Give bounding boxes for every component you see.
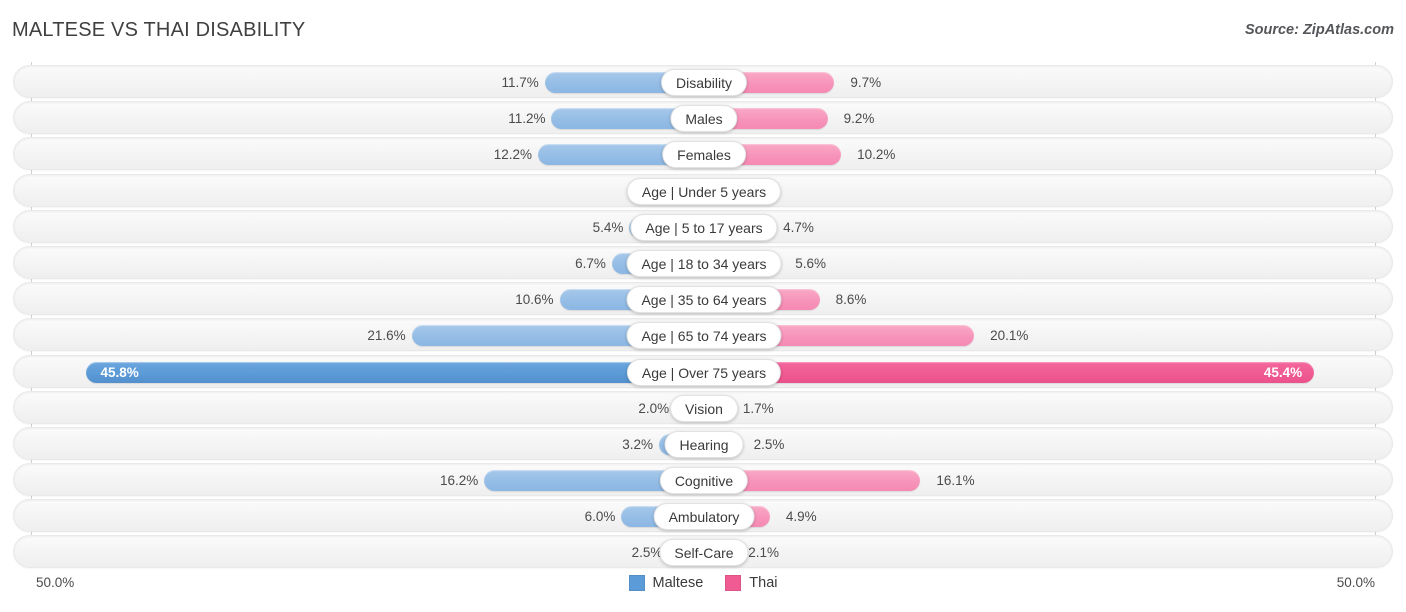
- category-label-pill: Vision: [670, 394, 738, 422]
- table-row[interactable]: 6.7% 5.6% Age | 18 to 34 years: [13, 245, 1393, 279]
- bar-maltese: [86, 361, 702, 383]
- legend-label: Maltese: [652, 575, 704, 591]
- category-label-pill: Self-Care: [659, 539, 749, 567]
- value-label-thai: 5.6%: [795, 255, 827, 271]
- category-label-pill: Age | Over 75 years: [626, 358, 782, 386]
- category-label-pill: Males: [670, 105, 738, 133]
- page-title: MALTESE VS THAI DISABILITY: [12, 19, 306, 41]
- table-row[interactable]: 11.2% 9.2% Males: [13, 101, 1393, 135]
- category-label-pill: Ambulatory: [653, 503, 755, 531]
- value-label-maltese: 11.7%: [501, 75, 539, 90]
- table-row[interactable]: 5.4% 4.7% Age | 5 to 17 years: [13, 209, 1393, 243]
- value-label-thai: 16.1%: [936, 473, 975, 489]
- chart-plot-area: 11.7% 9.7% Disability 11.2% 9.2% Males 12.2% 10…: [0, 62, 1406, 572]
- value-label-thai: 9.7%: [850, 75, 882, 90]
- chart-legend: Maltese Thai: [0, 575, 1406, 591]
- table-row[interactable]: 10.6% 8.6% Age | 35 to 64 years: [13, 282, 1393, 316]
- value-label-thai: 20.1%: [990, 328, 1029, 344]
- table-row[interactable]: 3.2% 2.5% Hearing: [13, 426, 1393, 460]
- value-label-maltese: 2.5%: [631, 545, 663, 561]
- value-label-maltese: 11.2%: [508, 111, 546, 127]
- category-label-pill: Hearing: [664, 430, 744, 458]
- table-row[interactable]: 12.2% 10.2% Females: [13, 137, 1393, 171]
- legend-swatch-icon: [628, 575, 645, 591]
- table-row[interactable]: 11.7% 9.7% Disability: [13, 65, 1393, 98]
- value-label-maltese: 2.0%: [638, 400, 670, 416]
- table-row[interactable]: 2.5% 2.1% Self-Care: [13, 535, 1393, 569]
- value-label-thai: 45.4%: [1263, 364, 1303, 380]
- value-label-thai: 2.5%: [753, 436, 785, 452]
- legend-swatch-icon: [725, 575, 742, 591]
- value-label-maltese: 45.8%: [100, 364, 139, 380]
- category-label-pill: Age | 18 to 34 years: [626, 249, 782, 277]
- value-label-maltese: 10.6%: [515, 292, 554, 308]
- table-row[interactable]: 6.0% 4.9% Ambulatory: [13, 499, 1393, 533]
- value-label-maltese: 16.2%: [439, 473, 479, 489]
- value-label-thai: 1.7%: [742, 400, 774, 416]
- category-label-pill: Age | 35 to 64 years: [626, 286, 782, 314]
- value-label-thai: 2.1%: [748, 545, 779, 561]
- value-label-maltese: 6.0%: [584, 509, 616, 525]
- value-label-maltese: 6.7%: [575, 255, 606, 271]
- value-label-thai: 4.9%: [785, 509, 817, 525]
- value-label-thai: 4.7%: [783, 219, 814, 235]
- category-label-pill: Disability: [660, 69, 748, 96]
- value-label-maltese: 3.2%: [622, 436, 653, 452]
- category-label-pill: Cognitive: [659, 467, 749, 495]
- category-label-pill: Age | 5 to 17 years: [630, 213, 778, 241]
- value-label-thai: 9.2%: [843, 111, 875, 127]
- table-row[interactable]: 2.0% 1.7% Vision: [13, 390, 1393, 424]
- legend-item[interactable]: Maltese: [628, 575, 704, 591]
- value-label-thai: 8.6%: [835, 292, 867, 308]
- value-label-maltese: 12.2%: [493, 147, 533, 163]
- table-row[interactable]: 45.8% 45.4% Age | Over 75 years: [13, 354, 1393, 388]
- legend-label: Thai: [749, 575, 778, 591]
- source-attribution: Source: ZipAtlas.com: [1244, 22, 1394, 38]
- table-row[interactable]: 21.6% 20.1% Age | 65 to 74 years: [13, 318, 1393, 352]
- category-label-pill: Age | Under 5 years: [626, 177, 782, 205]
- category-label-pill: Females: [662, 141, 746, 169]
- table-row[interactable]: 1.3%1.1%Age | Under 5 years: [13, 173, 1393, 207]
- chart-footer: 50.0% 50.0% Maltese Thai: [0, 575, 1406, 605]
- chart-header: MALTESE VS THAI DISABILITY Source: ZipAt…: [0, 0, 1406, 60]
- value-label-maltese: 5.4%: [592, 219, 624, 235]
- bar-row-list: 11.7% 9.7% Disability 11.2% 9.2% Males 12.2% 10…: [13, 65, 1393, 572]
- value-label-thai: 10.2%: [857, 147, 896, 163]
- bar-thai: [704, 361, 1315, 383]
- table-row[interactable]: 16.2% 16.1% Cognitive: [13, 463, 1393, 497]
- category-label-pill: Age | 65 to 74 years: [626, 322, 782, 350]
- value-label-maltese: 21.6%: [367, 328, 406, 344]
- legend-item[interactable]: Thai: [725, 575, 778, 591]
